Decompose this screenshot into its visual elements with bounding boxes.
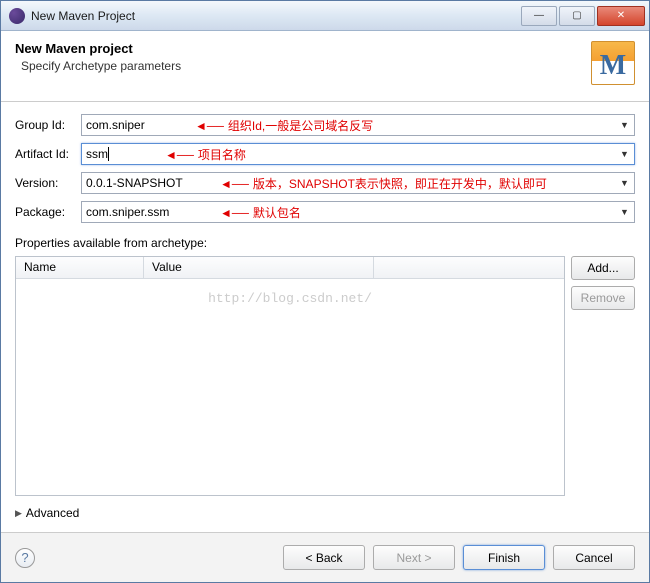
content-area: Group Id: com.sniper ▼ ◄──组织Id,一般是公司域名反写… [1, 102, 649, 532]
properties-area: Name Value http://blog.csdn.net/ Add... … [15, 256, 635, 496]
button-bar: ? < Back Next > Finish Cancel [1, 532, 649, 582]
eclipse-icon [9, 8, 25, 24]
minimize-button[interactable]: — [521, 6, 557, 26]
version-label: Version: [15, 176, 81, 190]
maximize-button[interactable]: ▢ [559, 6, 595, 26]
remove-button: Remove [571, 286, 635, 310]
window-controls: — ▢ ✕ [521, 6, 645, 26]
chevron-down-icon[interactable]: ▼ [620, 207, 630, 217]
version-annotation: ◄──版本，SNAPSHOT表示快照，即正在开发中，默认即可 [220, 175, 547, 192]
artifact-id-annotation: ◄──项目名称 [165, 146, 246, 163]
column-name[interactable]: Name [16, 257, 144, 278]
group-id-annotation: ◄──组织Id,一般是公司域名反写 [195, 117, 373, 134]
advanced-toggle[interactable]: ▶ Advanced [15, 506, 635, 520]
next-button: Next > [373, 545, 455, 570]
chevron-down-icon[interactable]: ▼ [620, 120, 630, 130]
title-bar[interactable]: New Maven Project — ▢ ✕ [1, 1, 649, 31]
cancel-button[interactable]: Cancel [553, 545, 635, 570]
finish-button[interactable]: Finish [463, 545, 545, 570]
add-button[interactable]: Add... [571, 256, 635, 280]
back-button[interactable]: < Back [283, 545, 365, 570]
watermark: http://blog.csdn.net/ [16, 291, 564, 306]
window-title: New Maven Project [31, 9, 521, 23]
package-label: Package: [15, 205, 81, 219]
column-spacer [374, 257, 564, 278]
chevron-down-icon[interactable]: ▼ [620, 149, 630, 159]
package-annotation: ◄──默认包名 [220, 204, 301, 221]
properties-label: Properties available from archetype: [15, 236, 635, 250]
properties-table[interactable]: Name Value http://blog.csdn.net/ [15, 256, 565, 496]
chevron-down-icon[interactable]: ▼ [620, 178, 630, 188]
artifact-id-label: Artifact Id: [15, 147, 81, 161]
dialog-window: New Maven Project — ▢ ✕ New Maven projec… [0, 0, 650, 583]
expand-icon: ▶ [15, 508, 22, 519]
table-body[interactable]: http://blog.csdn.net/ [16, 279, 564, 495]
help-button[interactable]: ? [15, 548, 35, 568]
wizard-header: New Maven project Specify Archetype para… [1, 31, 649, 102]
column-value[interactable]: Value [144, 257, 374, 278]
page-subtitle: Specify Archetype parameters [21, 59, 591, 73]
page-title: New Maven project [15, 41, 591, 56]
group-id-label: Group Id: [15, 118, 81, 132]
close-button[interactable]: ✕ [597, 6, 645, 26]
package-field[interactable]: com.sniper.ssm ▼ [81, 201, 635, 223]
maven-icon: M [591, 41, 635, 85]
